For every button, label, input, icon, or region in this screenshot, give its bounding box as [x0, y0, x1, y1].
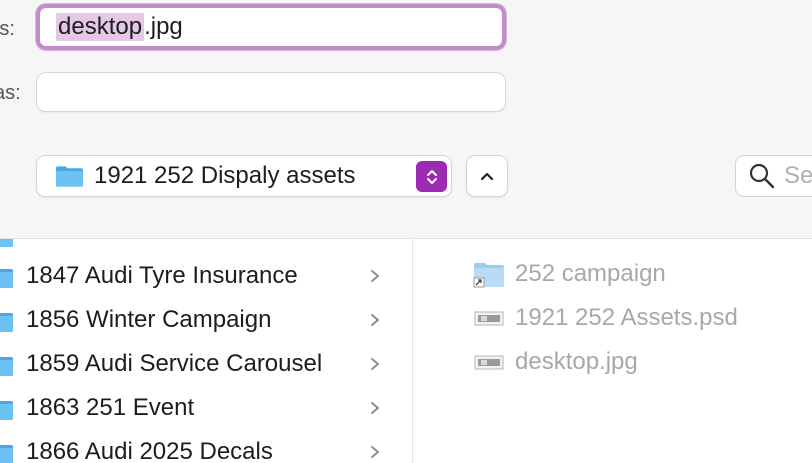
list-item-name: desktop.jpg: [515, 348, 638, 375]
folder-icon: [0, 445, 13, 463]
chevron-right-icon: [371, 358, 380, 370]
browser-column-2: 252 campaign 1921 252 Assets.psd desktop…: [413, 239, 812, 463]
chevron-up-icon: [480, 172, 494, 181]
folder-icon: [55, 166, 84, 187]
chevron-right-icon: [371, 270, 380, 282]
tags-field[interactable]: [36, 72, 506, 112]
folder-icon: [0, 269, 13, 288]
save-as-selected-text: desktop: [56, 13, 145, 41]
tags-label: as:: [0, 82, 21, 104]
list-item[interactable]: desktop.jpg: [473, 340, 638, 384]
list-item[interactable]: 1856 Winter Campaign: [0, 298, 412, 342]
list-item[interactable]: 1863 251 Event: [0, 386, 412, 430]
location-label: 1921 252 Dispaly assets: [94, 162, 356, 189]
folder-icon: [0, 239, 13, 247]
folder-icon: [0, 313, 13, 332]
location-popup[interactable]: 1921 252 Dispaly assets: [36, 155, 452, 197]
folder-alias-icon: [473, 263, 504, 288]
image-file-icon: [474, 311, 504, 326]
chevron-right-icon: [371, 402, 380, 414]
list-item-name: 1847 Audi Tyre Insurance: [26, 262, 298, 289]
save-as-extension-text: .jpg: [144, 13, 183, 40]
list-item-name: 1859 Audi Service Carousel: [26, 350, 323, 377]
search-placeholder: Se: [784, 162, 812, 189]
list-item-name: 1921 252 Assets.psd: [515, 304, 738, 331]
list-item[interactable]: 1847 Audi Tyre Insurance: [0, 254, 412, 298]
folder-icon: [0, 357, 13, 376]
save-as-label: As:: [0, 18, 15, 40]
chevron-right-icon: [371, 446, 380, 458]
folder-icon: [0, 401, 13, 420]
search-field[interactable]: Se: [735, 155, 812, 197]
location-stepper[interactable]: [416, 161, 447, 192]
save-panel-header: As: desktop.jpg as: 1921 252 Dispaly ass…: [0, 0, 812, 238]
collapse-button[interactable]: [466, 155, 508, 197]
browser-column-1: 1847 Audi Tyre Insurance 1856 Winter Cam…: [0, 239, 413, 463]
list-item[interactable]: 1921 252 Assets.psd: [473, 296, 738, 340]
chevron-right-icon: [371, 314, 380, 326]
file-browser: 1847 Audi Tyre Insurance 1856 Winter Cam…: [0, 238, 812, 463]
list-item-name: 252 campaign: [515, 260, 666, 287]
list-item[interactable]: 1859 Audi Service Carousel: [0, 342, 412, 386]
save-as-field[interactable]: desktop .jpg: [36, 4, 506, 50]
chevron-updown-icon: [426, 169, 437, 184]
list-item-name: 1856 Winter Campaign: [26, 306, 272, 333]
list-item-name: 1863 251 Event: [26, 394, 195, 421]
list-item-name: 1866 Audi 2025 Decals: [26, 438, 273, 463]
list-item[interactable]: 1866 Audi 2025 Decals: [0, 430, 412, 463]
search-icon: [749, 163, 775, 189]
list-item[interactable]: 252 campaign: [473, 252, 666, 296]
image-file-icon: [474, 355, 504, 370]
